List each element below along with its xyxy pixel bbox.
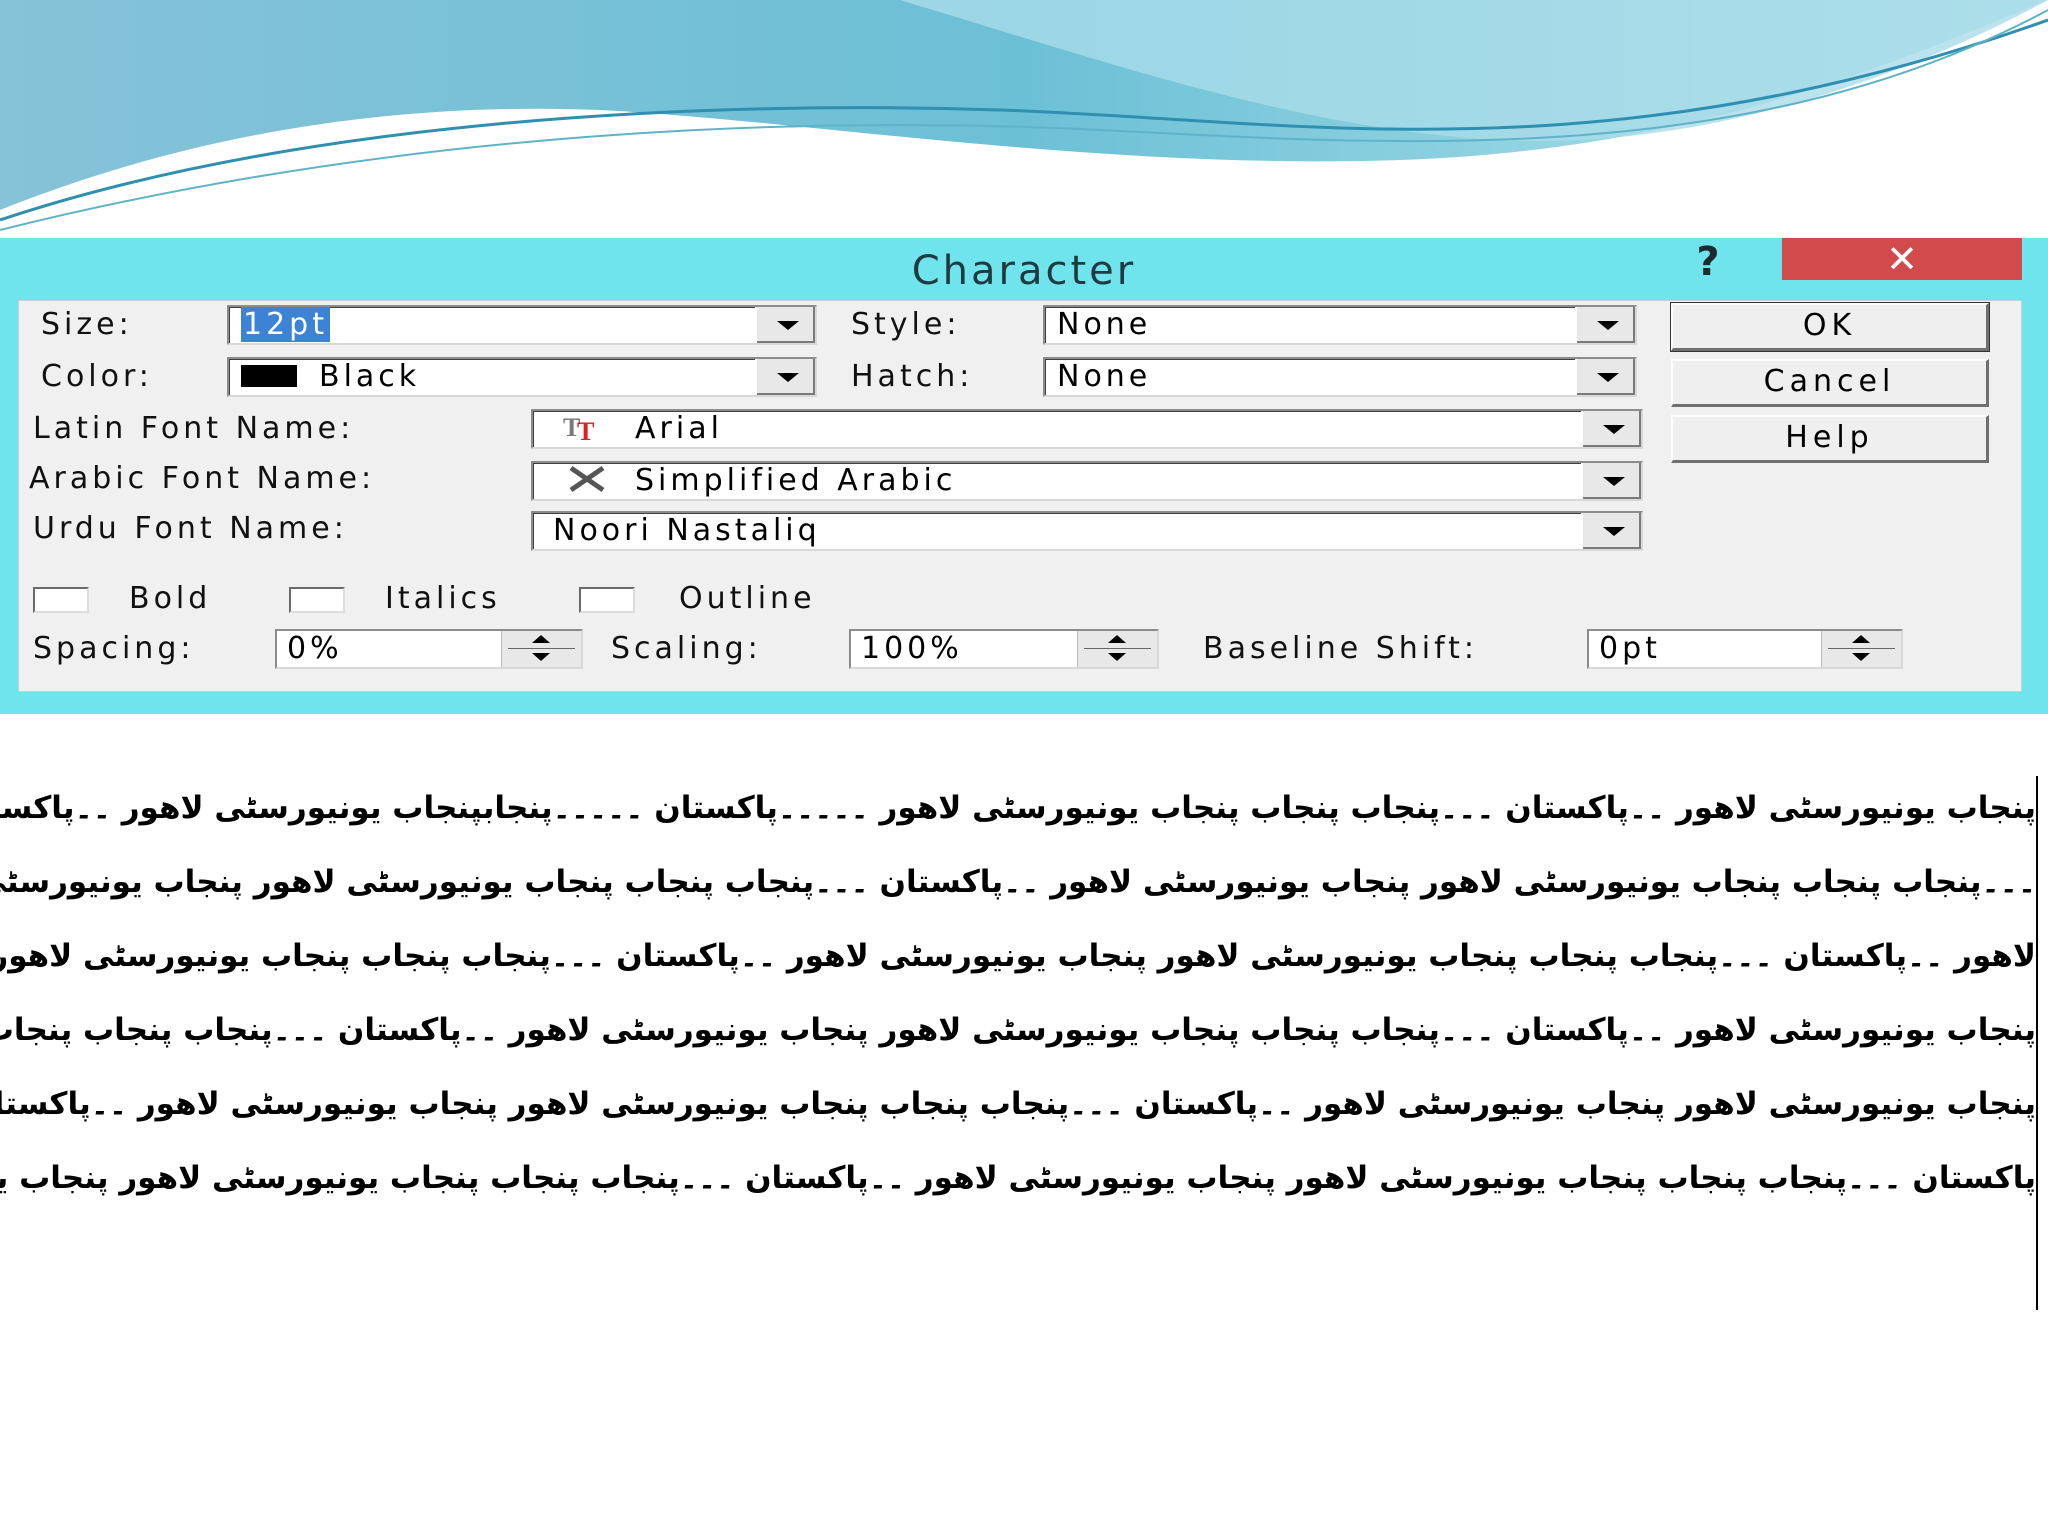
spin-arrows-icon[interactable]	[501, 631, 581, 667]
arabic-font-combo[interactable]: Simplified Arabic	[531, 461, 1643, 501]
baseline-shift-label: Baseline Shift:	[1203, 631, 1479, 666]
truetype-font-icon: T T	[563, 413, 598, 442]
arabic-font-value: Simplified Arabic	[635, 463, 957, 498]
chevron-down-icon[interactable]	[1581, 463, 1641, 499]
scaling-spinner[interactable]: 100%	[849, 629, 1159, 669]
arabic-font-value-wrap: Simplified Arabic	[563, 463, 956, 499]
latin-font-value-wrap: T T Arial	[563, 411, 723, 447]
latin-font-label: Latin Font Name:	[33, 411, 355, 446]
help-button[interactable]: Help	[1671, 415, 1989, 463]
style-combo[interactable]: None	[1043, 305, 1637, 345]
svg-text:T: T	[577, 417, 598, 442]
chevron-down-icon[interactable]	[755, 359, 815, 395]
bold-checkbox[interactable]	[33, 587, 89, 613]
arabic-font-label: Arabic Font Name:	[29, 461, 376, 496]
color-swatch	[241, 364, 297, 387]
spin-arrows-icon[interactable]	[1077, 631, 1157, 667]
scaling-label: Scaling:	[611, 631, 762, 666]
spacing-spinner[interactable]: 0%	[275, 629, 583, 669]
size-label: Size:	[41, 307, 133, 342]
decorative-wave-banner	[0, 0, 2048, 240]
question-mark-icon[interactable]: ?	[1688, 238, 1728, 286]
urdu-text-line: پنجاب یونیورسٹی لاهور ۔۔پاکستان ۔۔۔پنجاب…	[0, 790, 2036, 826]
urdu-font-combo[interactable]: Noori Nastaliq	[531, 511, 1643, 551]
bold-label: Bold	[129, 581, 212, 616]
hatch-label: Hatch:	[851, 359, 974, 394]
style-value: None	[1057, 307, 1152, 342]
hatch-value: None	[1057, 359, 1152, 394]
spin-arrows-icon[interactable]	[1821, 631, 1901, 667]
color-label: Color:	[41, 359, 153, 394]
dialog-title: Character	[911, 248, 1137, 294]
latin-font-value: Arial	[635, 411, 723, 446]
spacing-label: Spacing:	[33, 631, 195, 666]
urdu-font-value: Noori Nastaliq	[553, 513, 821, 548]
character-dialog: Character ? ✕ Size: 12pt Style: None OK …	[0, 238, 2048, 714]
urdu-text-line: لاهور ۔۔پاکستان ۔۔۔پنجاب پنجاب پنجاب یون…	[0, 938, 2036, 974]
dialog-body: Size: 12pt Style: None OK Color: Black H…	[18, 300, 2022, 692]
color-combo[interactable]: Black	[227, 357, 817, 397]
urdu-text-line: ۔۔۔پنجاب پنجاب پنجاب یونیورسٹی لاهور پنج…	[0, 864, 2036, 900]
outline-checkbox[interactable]	[579, 587, 635, 613]
urdu-text-line: پاکستان ۔۔۔پنجاب پنجاب پنجاب یونیورسٹی ل…	[0, 1160, 2036, 1196]
italics-checkbox[interactable]	[289, 587, 345, 613]
size-value[interactable]: 12pt	[241, 307, 330, 343]
color-value: Black	[319, 359, 421, 394]
chevron-down-icon[interactable]	[1575, 359, 1635, 395]
urdu-text-line: پنجاب یونیورسٹی لاهور پنجاب یونیورسٹی لا…	[0, 1086, 2036, 1122]
hatch-combo[interactable]: None	[1043, 357, 1637, 397]
baseline-shift-spinner[interactable]: 0pt	[1587, 629, 1903, 669]
chevron-down-icon[interactable]	[1575, 307, 1635, 343]
outline-label: Outline	[679, 581, 816, 616]
latin-font-combo[interactable]: T T Arial	[531, 409, 1643, 449]
urdu-text-line: پنجاب یونیورسٹی لاهور ۔۔پاکستان ۔۔۔پنجاب…	[0, 1012, 2036, 1048]
cancel-button[interactable]: Cancel	[1671, 359, 1989, 407]
baseline-shift-value[interactable]: 0pt	[1599, 631, 1661, 667]
spacing-value[interactable]: 0%	[287, 631, 343, 667]
ok-button[interactable]: OK	[1670, 302, 1990, 352]
chevron-down-icon[interactable]	[755, 307, 815, 343]
chevron-down-icon[interactable]	[1581, 513, 1641, 549]
size-combo[interactable]: 12pt	[227, 305, 817, 345]
style-label: Style:	[851, 307, 961, 342]
chevron-down-icon[interactable]	[1581, 411, 1641, 447]
urdu-font-label: Urdu Font Name:	[33, 511, 348, 546]
urdu-text-block[interactable]: پنجاب یونیورسٹی لاهور ۔۔پاکستان ۔۔۔پنجاب…	[0, 776, 2036, 1316]
color-value-wrap: Black	[241, 359, 420, 395]
close-x-icon: ✕	[1886, 237, 1918, 281]
font-type-x-icon	[569, 465, 605, 492]
close-button[interactable]: ✕	[1782, 238, 2022, 280]
text-frame-edge	[2036, 776, 2038, 1310]
scaling-value[interactable]: 100%	[861, 631, 963, 667]
italics-label: Italics	[385, 581, 501, 616]
